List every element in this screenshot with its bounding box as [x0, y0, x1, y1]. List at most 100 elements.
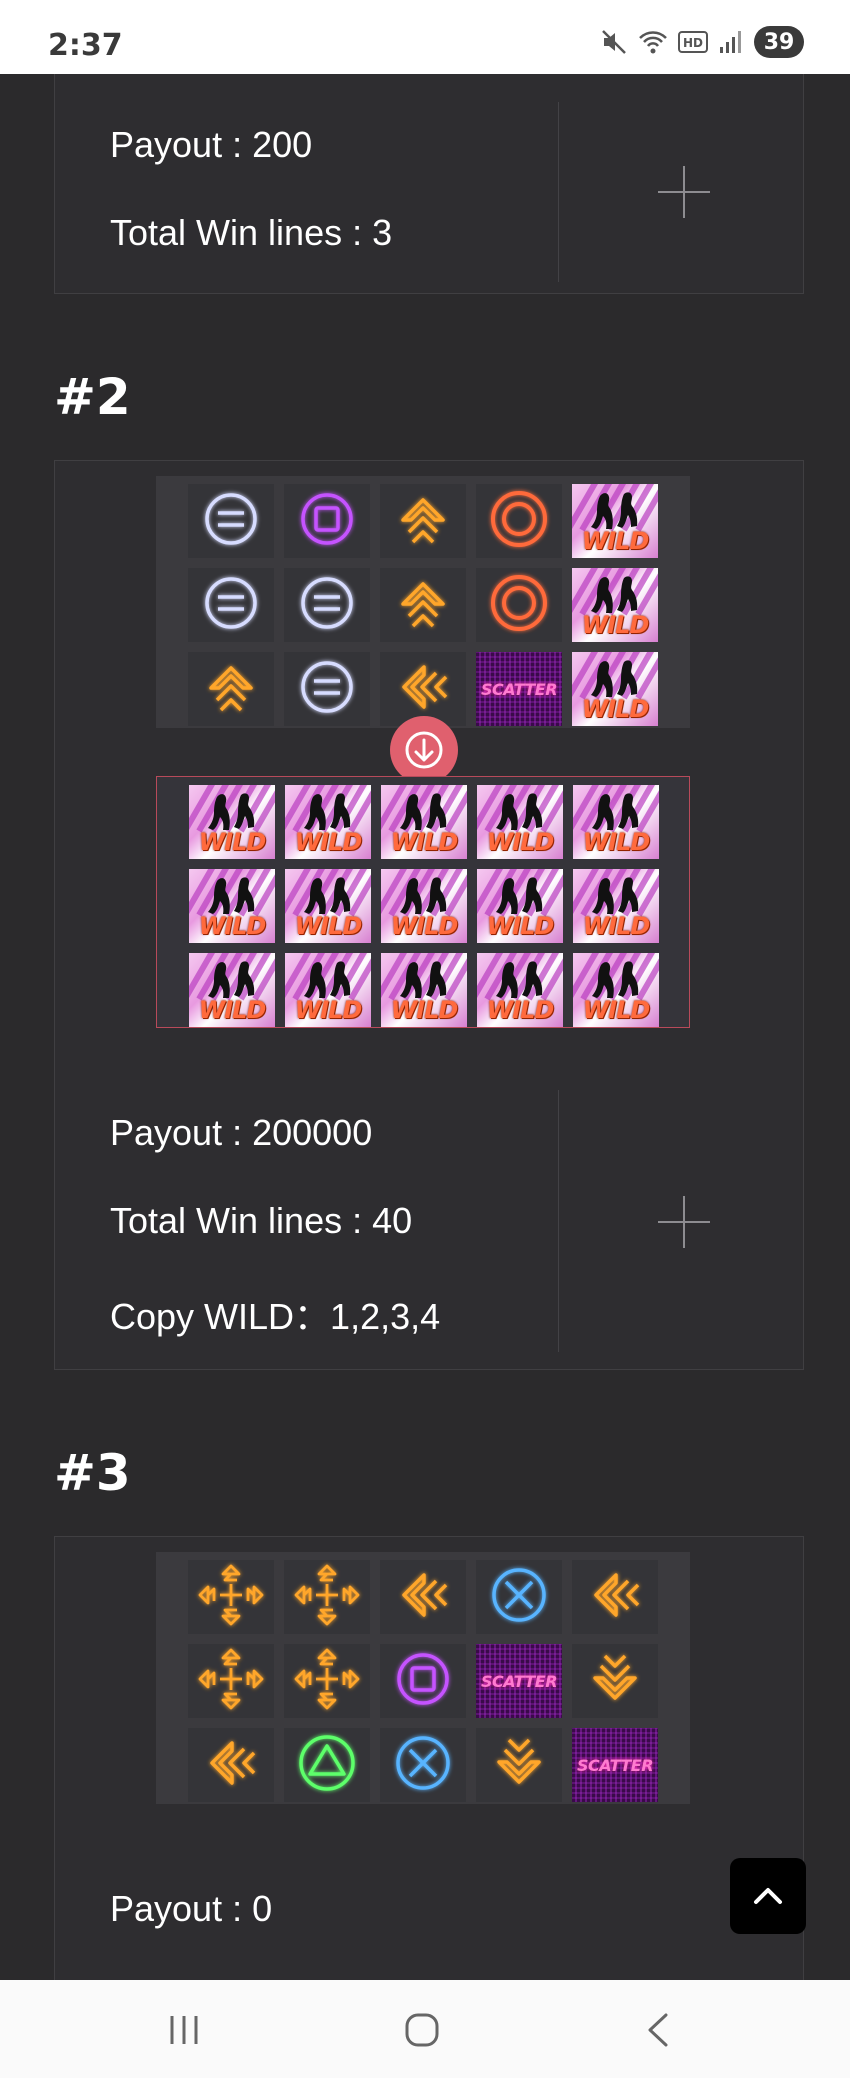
reel-cell: WILD [189, 869, 275, 943]
status-time: 2:37 [48, 28, 123, 63]
arrows4-symbol [196, 1562, 266, 1633]
square-purple-icon [301, 492, 353, 545]
expand-plus-icon[interactable] [658, 166, 710, 218]
svg-text:HD: HD [683, 36, 703, 50]
reel-cell: WILD [285, 785, 371, 859]
circle-line-symbol [292, 654, 362, 725]
arrows4-symbol [292, 1646, 362, 1717]
reel-grid-before: WILD WILD SCATTER WILD [156, 476, 690, 728]
chevron-up-icon [401, 581, 445, 627]
reel-cell [284, 568, 370, 642]
square-purple-icon [397, 1652, 449, 1705]
wild-label: WILD [581, 695, 650, 723]
card-divider [558, 102, 559, 282]
wild-symbol: WILD [285, 953, 371, 1027]
wild-symbol: WILD [572, 652, 658, 726]
reel-cell: WILD [189, 785, 275, 859]
reel-cell [380, 1728, 466, 1802]
wild-label: WILD [390, 912, 459, 940]
circle-line-icon [205, 576, 257, 629]
reel-cell: WILD [477, 953, 563, 1027]
wild-label: WILD [198, 828, 267, 856]
chevron-left-icon [402, 1572, 448, 1617]
reel-cell: WILD [572, 568, 658, 642]
reel-cell [380, 484, 466, 558]
wild-label: WILD [198, 912, 267, 940]
wild-symbol: WILD [189, 785, 275, 859]
payout-text: Payout : 200 [110, 124, 313, 165]
wifi-icon [639, 31, 667, 54]
cross-blue-symbol [388, 1730, 458, 1801]
wild-symbol: WILD [477, 785, 563, 859]
circle-line-icon [301, 660, 353, 713]
wild-symbol: WILD [285, 869, 371, 943]
wild-symbol: WILD [477, 869, 563, 943]
chevron-left-symbol [580, 1562, 650, 1633]
reel-cell [284, 1560, 370, 1634]
arrows4-icon [198, 1564, 264, 1625]
back-button[interactable] [628, 2010, 688, 2050]
signal-icon [720, 31, 741, 53]
reel-cell [188, 1644, 274, 1718]
chevron-down-symbol [484, 1730, 554, 1801]
arrow-down-icon [405, 731, 443, 769]
home-button[interactable] [392, 2010, 452, 2050]
home-icon [405, 2013, 439, 2047]
reel-cell: WILD [573, 785, 659, 859]
scatter-symbol: SCATTER [476, 1644, 562, 1718]
chevron-left-symbol [388, 654, 458, 725]
chevron-up-symbol [196, 654, 266, 725]
card-divider [558, 1090, 559, 1352]
ring-red-symbol [484, 486, 554, 557]
wild-symbol: WILD [381, 785, 467, 859]
circle-line-icon [205, 492, 257, 545]
wild-symbol: WILD [477, 953, 563, 1027]
reel-cell [284, 484, 370, 558]
wild-symbol: WILD [572, 484, 658, 558]
arrows4-icon [294, 1648, 360, 1709]
reel-cell: WILD [285, 953, 371, 1027]
square-purple-symbol [388, 1646, 458, 1717]
wild-label: WILD [294, 828, 363, 856]
wild-label: WILD [486, 828, 555, 856]
wild-label: WILD [390, 828, 459, 856]
scroll-to-top-button[interactable] [730, 1858, 806, 1934]
recent-apps-icon [170, 2016, 198, 2044]
ring-red-icon [491, 490, 547, 547]
wild-label: WILD [582, 996, 651, 1024]
reel-cell: WILD [381, 953, 467, 1027]
reel-cell: SCATTER [476, 652, 562, 726]
reel-cell: WILD [573, 953, 659, 1027]
chevron-left-icon [594, 1572, 640, 1617]
recent-apps-button[interactable] [154, 2010, 214, 2050]
reel-cell [380, 1644, 466, 1718]
ring-red-icon [491, 574, 547, 631]
chevron-left-symbol [196, 1730, 266, 1801]
arrows4-symbol [292, 1562, 362, 1633]
reel-cell [476, 568, 562, 642]
result-heading: #2 [54, 368, 131, 426]
reel-cell: WILD [189, 953, 275, 1027]
status-bar: 2:37 HD 39 [0, 0, 850, 74]
scatter-symbol: SCATTER [572, 1728, 658, 1802]
chevron-left-icon [210, 1740, 256, 1785]
wild-symbol: WILD [189, 953, 275, 1027]
scatter-symbol: SCATTER [476, 652, 562, 726]
wild-symbol: WILD [381, 953, 467, 1027]
mute-icon [602, 30, 626, 54]
payout-text: Payout : 200000 [110, 1112, 373, 1153]
wild-label: WILD [582, 912, 651, 940]
arrows4-icon [294, 1564, 360, 1625]
reel-cell [572, 1560, 658, 1634]
reel-cell [380, 1560, 466, 1634]
reel-cell [476, 1560, 562, 1634]
wild-label: WILD [294, 996, 363, 1024]
triangle-green-icon [299, 1734, 355, 1791]
hd-icon: HD [678, 31, 708, 53]
wild-symbol: WILD [572, 568, 658, 642]
expand-plus-icon[interactable] [658, 1196, 710, 1248]
battery-icon: 39 [754, 26, 804, 58]
wild-symbol: WILD [573, 953, 659, 1027]
system-nav-bar [0, 1980, 850, 2078]
status-icons: HD 39 [600, 26, 804, 58]
